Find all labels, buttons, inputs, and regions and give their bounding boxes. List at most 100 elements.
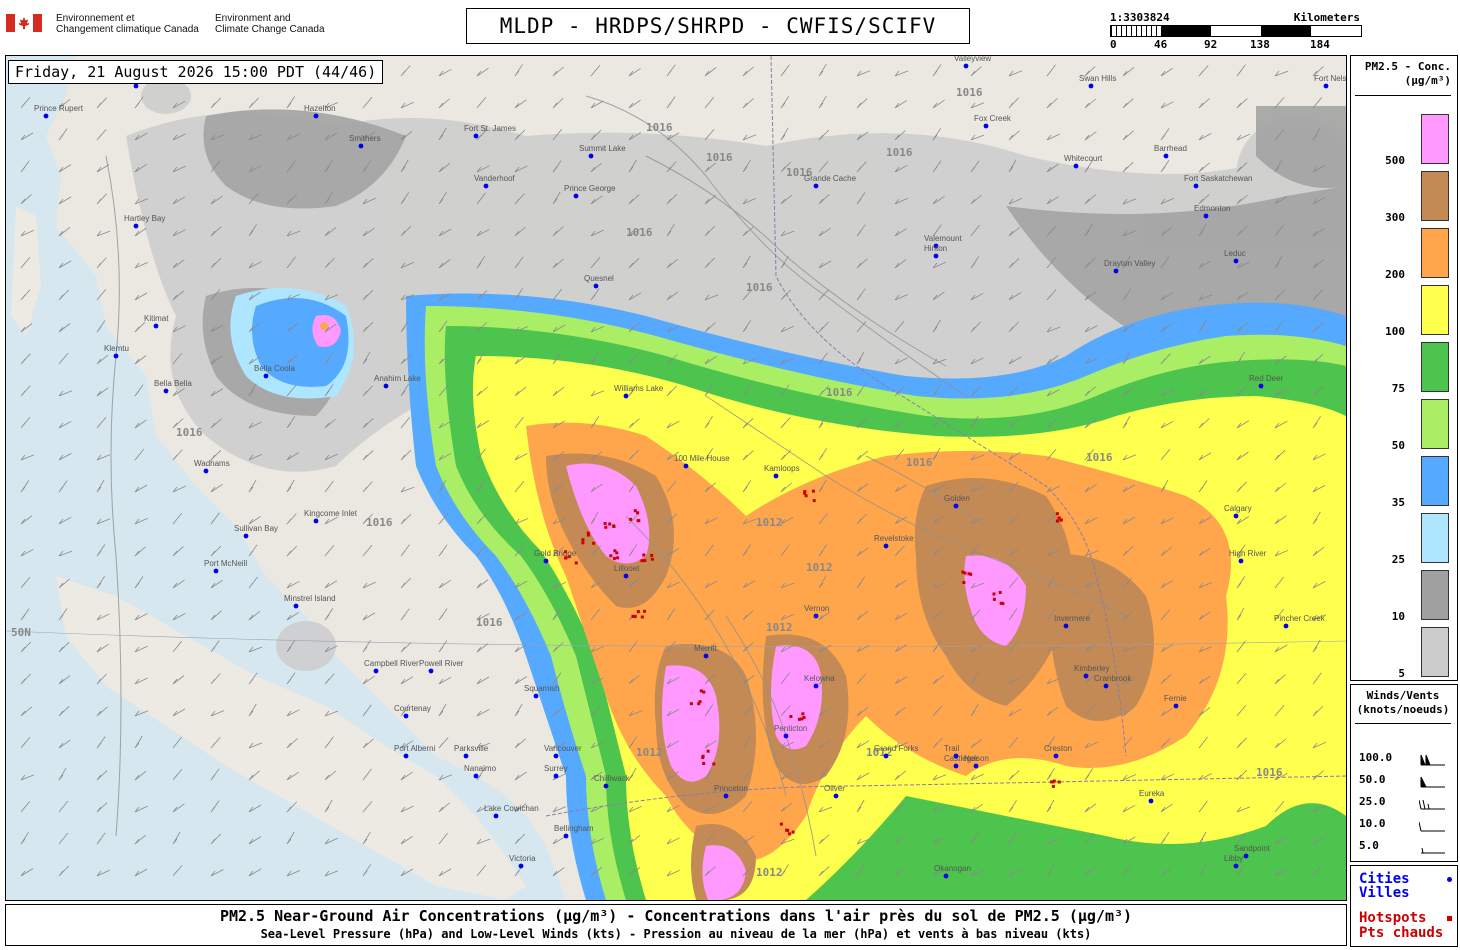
city-marker <box>703 653 709 659</box>
city-marker <box>163 388 169 394</box>
city-label: Barrhead <box>1154 144 1187 153</box>
map-canvas[interactable]: 1016 1016 1016 1016 1016 1016 1016 1016 … <box>5 55 1347 901</box>
city-label: Fernie <box>1164 694 1187 703</box>
city-marker <box>1063 623 1069 629</box>
gov-en-line2: Climate Change Canada <box>215 24 325 35</box>
city-marker <box>1203 213 1209 219</box>
hotspot-marker <box>603 522 607 525</box>
city-marker <box>533 693 539 699</box>
government-header: Environnement et Changement climatique C… <box>0 0 460 52</box>
city-marker <box>813 613 819 619</box>
city-label: Port Alberni <box>394 744 436 753</box>
city-label: Valleyview <box>954 56 991 63</box>
isobar-label: 1016 <box>646 121 673 134</box>
hotspots-label-fr: Pts chauds <box>1359 925 1444 941</box>
city-marker <box>1193 183 1199 189</box>
isobar-label: 1016 <box>886 146 913 159</box>
hotspot-marker <box>581 541 585 545</box>
city-label: Bella Coola <box>254 364 295 373</box>
legend-swatch-75 <box>1421 342 1449 392</box>
city-marker <box>243 533 249 539</box>
map-title: MLDP - HRDPS/SHRPD - CWFIS/SCIFV <box>466 8 970 44</box>
hotspot-marker <box>1055 519 1059 523</box>
city-label: Kingcome Inlet <box>304 509 358 518</box>
city-marker <box>553 773 559 779</box>
city-label: Cranbrook <box>1094 674 1132 683</box>
city-marker <box>883 543 889 549</box>
hotspot-marker <box>702 690 706 694</box>
hotspot-marker <box>636 610 640 614</box>
map-caption: PM2.5 Near-Ground Air Concentrations (µg… <box>5 904 1347 946</box>
city-label: Bellingham <box>554 824 594 833</box>
city-label: Prince George <box>564 184 616 193</box>
hotspot-marker <box>640 615 644 619</box>
city-label: Oliver <box>824 784 845 793</box>
hotspot-marker <box>963 571 967 575</box>
isobar-label: 1016 <box>956 86 983 99</box>
scale-unit: Kilometers <box>1293 11 1360 24</box>
city-label: Fort Nelson <box>1314 74 1346 83</box>
gov-fr-line2: Changement climatique Canada <box>56 24 199 35</box>
hotspot-marker <box>1050 780 1054 784</box>
concentration-legend: PM2.5 - Conc. (µg/m³) 500 300 200 100 75 50 35… <box>1350 55 1458 681</box>
isobar-label: 1012 <box>806 561 833 574</box>
city-marker <box>773 473 779 479</box>
city-label: Vanderhoof <box>474 174 516 183</box>
city-marker <box>133 223 139 229</box>
hotspot-marker <box>992 592 996 596</box>
city-marker <box>833 793 839 799</box>
hotspot-marker <box>801 712 805 716</box>
city-label: Eureka <box>1139 789 1165 798</box>
legend-level-label: 300 <box>1385 211 1405 224</box>
hotspot-marker <box>581 538 585 542</box>
isobar-label: 1016 <box>1256 766 1283 779</box>
city-marker <box>428 668 434 674</box>
city-marker <box>943 873 949 879</box>
city-marker <box>463 753 469 759</box>
legend-swatch-300 <box>1421 171 1449 221</box>
gov-fr-line1: Environnement et <box>56 13 135 24</box>
city-label: Lillooet <box>614 564 640 573</box>
legend-level-label: 75 <box>1391 382 1405 395</box>
wind-barb-5-icon <box>1421 847 1445 854</box>
city-marker <box>1233 863 1239 869</box>
isobar-label: 1016 <box>906 456 933 469</box>
city-label: Nanaimo <box>464 764 497 773</box>
hotspot-marker <box>609 554 613 558</box>
hotspot-marker <box>789 715 793 718</box>
city-label: Grande Cache <box>804 174 857 183</box>
isobar-label: 1016 <box>706 151 733 164</box>
hotspot-marker <box>636 519 640 523</box>
hotspot-marker <box>604 525 608 529</box>
city-label: Revelstoke <box>874 534 914 543</box>
isobar-label: 1012 <box>756 866 783 879</box>
city-marker <box>473 133 479 139</box>
government-name-fr: Environnement et Changement climatique C… <box>56 13 206 35</box>
city-label: Williams Lake <box>614 384 664 393</box>
hotspot-square-icon <box>1447 916 1452 921</box>
scale-tick-label: 0 <box>1110 38 1117 51</box>
hotspot-marker <box>615 551 619 555</box>
city-label: Calgary <box>1224 504 1252 513</box>
city-marker <box>883 753 889 759</box>
city-label: Quesnel <box>584 274 614 283</box>
city-marker <box>1073 163 1079 169</box>
hotspot-marker <box>608 522 612 526</box>
city-marker <box>933 253 939 259</box>
city-marker <box>213 568 219 574</box>
city-marker <box>1323 83 1329 89</box>
hotspot-marker <box>803 491 807 495</box>
city-marker <box>953 503 959 509</box>
isobar-label: 1012 <box>756 516 783 529</box>
hotspot-marker <box>574 561 578 565</box>
hotspot-marker <box>1051 784 1055 788</box>
city-marker <box>113 353 119 359</box>
hotspot-marker <box>612 525 616 528</box>
city-label: Libby <box>1224 854 1243 863</box>
isobar-label: 1016 <box>1086 451 1113 464</box>
legend-title-line2: (µg/m³) <box>1404 74 1451 87</box>
city-label: Princeton <box>714 784 748 793</box>
hotspot-marker <box>702 762 706 765</box>
wind-barb-50-icon <box>1420 776 1445 788</box>
city-marker <box>588 153 594 159</box>
